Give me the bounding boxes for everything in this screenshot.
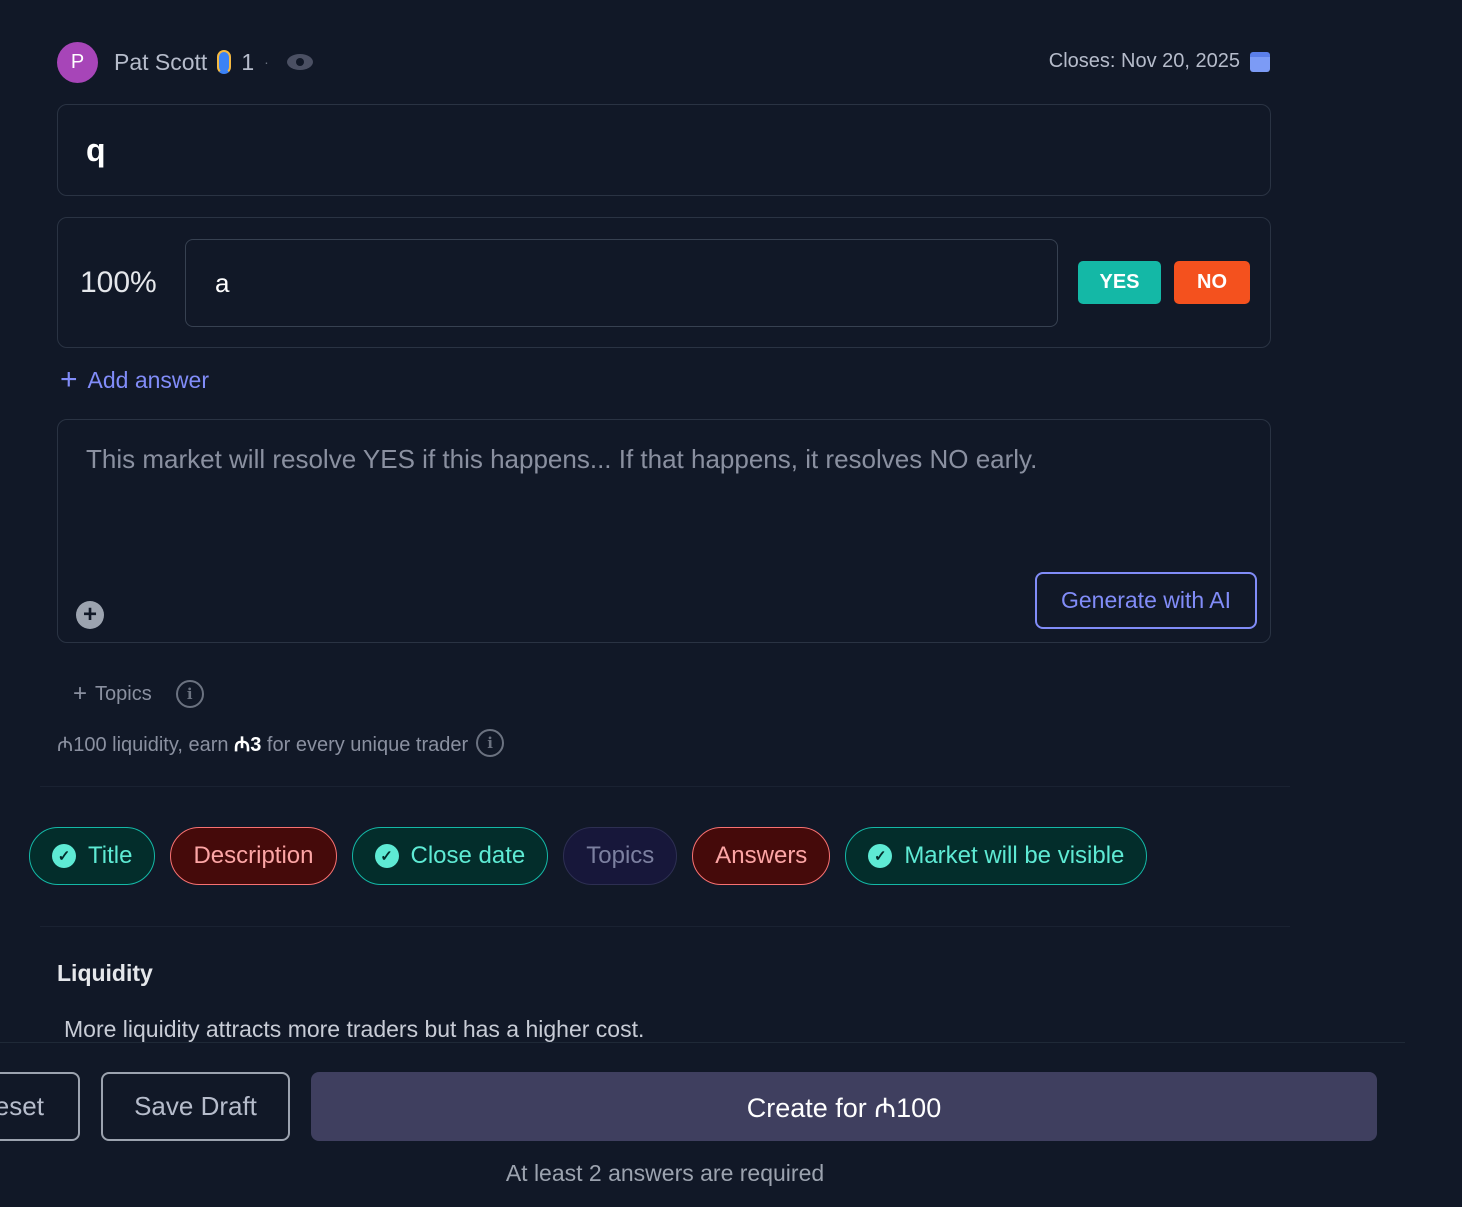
- check-title[interactable]: ✓ Title: [29, 827, 156, 885]
- answer-row: 100% a YES NO: [57, 217, 1271, 348]
- divider: [40, 786, 1290, 787]
- chip-label: Close date: [410, 842, 526, 869]
- chip-label: Topics: [586, 842, 655, 869]
- close-date-text: Closes: Nov 20, 2025: [1048, 50, 1240, 72]
- chip-label: Answers: [715, 842, 808, 869]
- add-answer-label: Add answer: [87, 366, 209, 393]
- footer: Reset Save Draft Create for ₼100 At leas…: [0, 1042, 1405, 1207]
- checklist: ✓ Title Description ✓ Close date Topics An…: [29, 827, 1148, 885]
- no-button[interactable]: NO: [1174, 261, 1250, 304]
- add-topics[interactable]: + Topics i: [73, 680, 204, 708]
- reset-button[interactable]: Reset: [0, 1072, 80, 1141]
- topics-label: Topics: [95, 682, 152, 705]
- chip-label: Title: [88, 842, 133, 869]
- divider: [40, 926, 1290, 927]
- check-icon: ✓: [52, 844, 76, 868]
- check-answers[interactable]: Answers: [692, 827, 831, 885]
- question-input[interactable]: q: [57, 104, 1271, 196]
- requirement-text: At least 2 answers are required: [505, 1160, 825, 1186]
- info-icon[interactable]: i: [175, 680, 204, 708]
- streak-count: 1: [241, 48, 255, 75]
- liquidity-bonus: ₼3: [234, 733, 262, 756]
- save-draft-button[interactable]: Save Draft: [101, 1072, 290, 1141]
- user-name[interactable]: Pat Scott: [114, 49, 207, 76]
- check-topics[interactable]: Topics: [563, 827, 678, 885]
- create-button[interactable]: Create for ₼100: [311, 1072, 1377, 1141]
- liquidity-prefix: ₼100 liquidity, earn: [57, 733, 235, 756]
- separator: ·: [264, 54, 269, 70]
- calendar-icon[interactable]: [1250, 51, 1270, 72]
- description-editor[interactable]: This market will resolve YES if this hap…: [57, 419, 1271, 643]
- eye-icon[interactable]: [286, 54, 313, 70]
- check-icon: ✓: [868, 844, 893, 868]
- avatar[interactable]: P: [57, 41, 98, 83]
- check-description[interactable]: Description: [170, 827, 337, 885]
- chip-label: Market will be visible: [904, 842, 1125, 869]
- yes-button[interactable]: YES: [1078, 261, 1161, 304]
- check-icon: ✓: [374, 844, 399, 868]
- add-answer-button[interactable]: + Add answer: [60, 365, 209, 395]
- close-date[interactable]: Closes: Nov 20, 2025: [1049, 50, 1270, 73]
- plus-icon: +: [60, 363, 78, 396]
- liquidity-heading: Liquidity: [57, 960, 153, 986]
- flip-flop-icon: [217, 50, 232, 74]
- generate-ai-button[interactable]: Generate with AI: [1035, 572, 1257, 629]
- liquidity-text: More liquidity attracts more traders but…: [64, 1016, 645, 1042]
- answer-probability: 100%: [80, 266, 157, 299]
- add-embed-icon[interactable]: +: [76, 601, 104, 629]
- liquidity-note: ₼100 liquidity, earn ₼3 for every unique…: [57, 729, 505, 757]
- info-icon[interactable]: i: [476, 729, 505, 757]
- chip-label: Description: [193, 842, 314, 869]
- creator-header: P Pat Scott 1 ·: [57, 41, 313, 83]
- plus-icon: +: [73, 680, 88, 707]
- liquidity-suffix: for every unique trader: [261, 733, 469, 756]
- description-placeholder: This market will resolve YES if this hap…: [86, 444, 1038, 474]
- check-visibility[interactable]: ✓ Market will be visible: [845, 827, 1148, 885]
- check-close-date[interactable]: ✓ Close date: [351, 827, 549, 885]
- answer-input[interactable]: a: [185, 239, 1058, 327]
